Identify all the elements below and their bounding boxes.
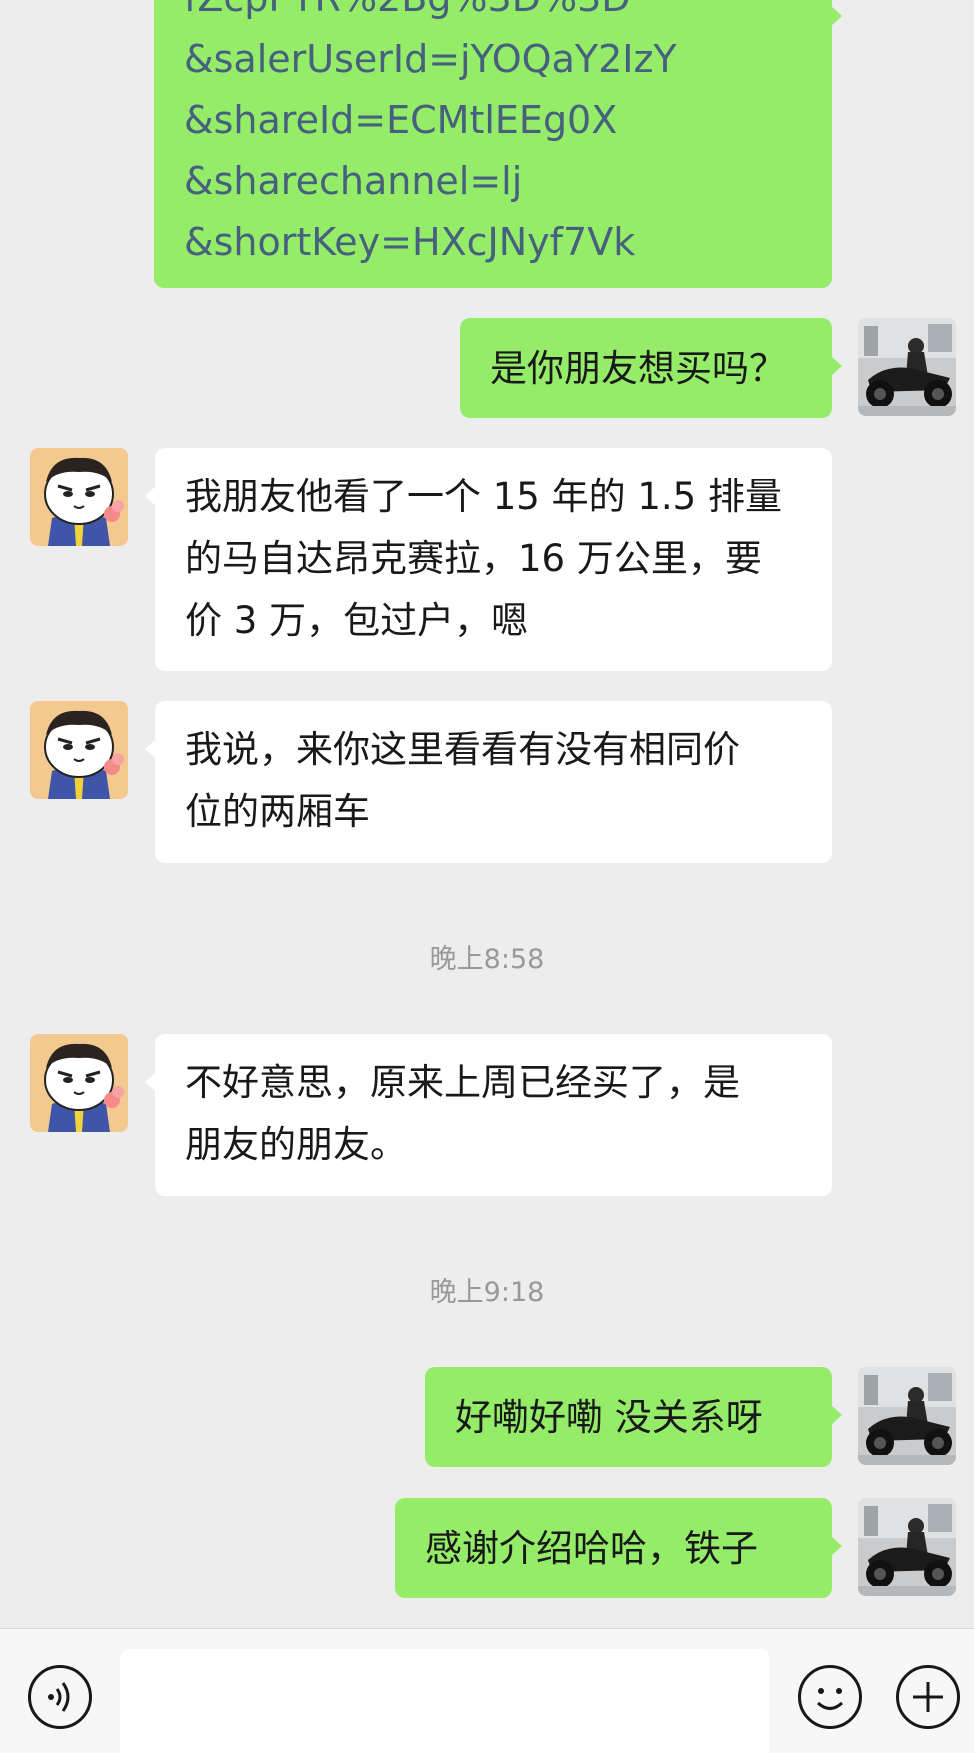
- message-bubble-self[interactable]: 好嘞好嘞 没关系呀: [425, 1367, 842, 1467]
- emoji-icon[interactable]: [798, 1665, 862, 1729]
- motorcycle-photo-icon: [858, 318, 956, 416]
- self-avatar[interactable]: [858, 1367, 956, 1465]
- smile-face-icon: [816, 1688, 844, 1710]
- friend-avatar[interactable]: [30, 1034, 128, 1132]
- message-bubble-other[interactable]: 我说，来你这里看看有没有相同价 位的两厢车: [145, 701, 832, 863]
- message-text: 的马自达昂克赛拉，16 万公里，要: [185, 537, 762, 580]
- motorcycle-photo-icon: [858, 1498, 956, 1596]
- message-bubble-self[interactable]: 感谢介绍哈哈，铁子: [395, 1498, 842, 1598]
- link-line: &salerUserId=jYOQaY2IzY: [184, 37, 677, 81]
- cartoon-avatar-icon: [30, 1034, 128, 1132]
- link-message-bubble[interactable]: fZcpPTR%2Bg%3D%3D &salerUserId=jYOQaY2Iz…: [154, 0, 842, 288]
- message-bubble-self[interactable]: 是你朋友想买吗？: [460, 318, 842, 418]
- voice-waves-icon: [48, 1682, 70, 1712]
- self-avatar[interactable]: [858, 318, 956, 416]
- message-text: 不好意思，原来上周已经买了，是: [185, 1061, 740, 1104]
- message-text: 是你朋友想买吗？: [490, 347, 786, 390]
- motorcycle-photo-icon: [858, 1367, 956, 1465]
- message-text: 位的两厢车: [185, 790, 370, 833]
- message-text: 好嘞好嘞 没关系呀: [455, 1396, 763, 1439]
- plus-more-icon[interactable]: [896, 1665, 960, 1729]
- message-input[interactable]: [120, 1649, 770, 1753]
- cartoon-avatar-icon: [30, 701, 128, 799]
- voice-input-icon[interactable]: [28, 1665, 92, 1729]
- cartoon-avatar-icon: [30, 448, 128, 546]
- friend-avatar[interactable]: [30, 701, 128, 799]
- self-avatar[interactable]: [858, 1498, 956, 1596]
- message-text: 朋友的朋友。: [185, 1123, 407, 1166]
- friend-avatar[interactable]: [30, 448, 128, 546]
- link-line: &shortKey=HXcJNyf7Vk: [184, 220, 636, 264]
- message-bubble-other[interactable]: 我朋友他看了一个 15 年的 1.5 排量 的马自达昂克赛拉，16 万公里，要 …: [145, 448, 832, 671]
- message-text: 感谢介绍哈哈，铁子: [425, 1527, 758, 1570]
- timestamp: 晚上9:18: [429, 1277, 545, 1308]
- link-line: &sharechannel=lj: [184, 159, 523, 203]
- message-bubble-other[interactable]: 不好意思，原来上周已经买了，是 朋友的朋友。: [145, 1034, 832, 1196]
- timestamp: 晚上8:58: [429, 944, 545, 975]
- link-line: &shareId=ECMtlEEg0X: [184, 98, 618, 142]
- message-text: 价 3 万，包过户，嗯: [185, 599, 529, 642]
- plus-icon: [913, 1682, 943, 1712]
- message-text: 我说，来你这里看看有没有相同价: [185, 728, 740, 771]
- link-line: fZcpPTR%2Bg%3D%3D: [184, 0, 832, 29]
- message-text: 我朋友他看了一个 15 年的 1.5 排量: [185, 475, 782, 518]
- chat-input-bar: [0, 1628, 974, 1753]
